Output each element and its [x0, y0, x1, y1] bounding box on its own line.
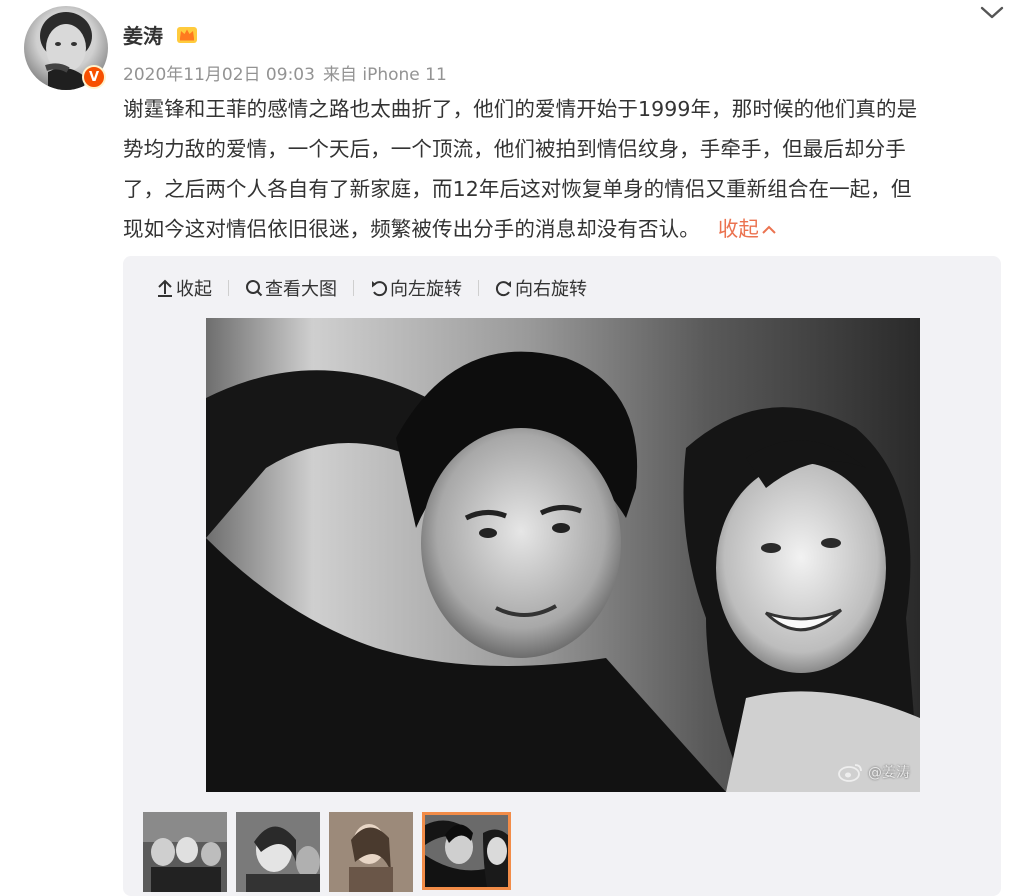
thumbnail-image	[143, 812, 227, 892]
photo-image	[206, 318, 920, 792]
search-icon	[246, 280, 263, 297]
thumbnail-image	[425, 815, 508, 887]
username[interactable]: 姜涛	[123, 20, 163, 49]
post-text-line: 谢霆锋和王菲的感情之路也太曲折了，他们的爱情开始于1999年，那时候的他们真的是	[123, 97, 918, 121]
post-source: 来自 iPhone 11	[322, 65, 447, 85]
weibo-logo-icon	[838, 764, 862, 782]
thumbnail-image	[236, 812, 320, 892]
thumbnail[interactable]	[143, 812, 227, 892]
timestamp[interactable]: 2020年11月02日 09:03	[123, 65, 315, 85]
watermark-text: @姜涛	[868, 765, 910, 781]
verified-badge-icon: V	[82, 65, 106, 89]
toolbar-divider	[353, 280, 354, 296]
rotate-right-label: 向右旋转	[515, 279, 587, 300]
post-text-line: 现如今这对情侣依旧很迷，频繁被传出分手的消息却没有否认。 收起	[123, 209, 1003, 249]
rotate-left-icon	[372, 281, 388, 297]
thumbnail-selected[interactable]	[422, 812, 511, 890]
post-text-line-content: 现如今这对情侣依旧很迷，频繁被传出分手的消息却没有否认。	[123, 217, 700, 241]
thumbnail[interactable]	[329, 812, 413, 892]
chevron-up-icon	[762, 225, 776, 234]
view-large-button[interactable]: 查看大图	[245, 275, 337, 301]
post-text-line: 势均力敌的爱情，一个天后，一个顶流，他们被拍到情侣纹身，手牵手，但最后却分手	[123, 137, 906, 161]
post-meta: 2020年11月02日 09:03 来自 iPhone 11	[123, 60, 447, 85]
thumbnail-image	[329, 812, 413, 892]
collapse-text-label: 收起	[717, 217, 760, 241]
collapse-media-label: 收起	[176, 279, 212, 300]
upload-arrow-icon	[158, 279, 172, 297]
collapse-media-button[interactable]: 收起	[156, 275, 212, 301]
rotate-right-button[interactable]: 向右旋转	[495, 275, 587, 301]
media-toolbar: 收起 查看大图 向左旋转 向右旋转	[156, 275, 587, 301]
main-photo[interactable]: @姜涛	[206, 318, 920, 792]
toolbar-divider	[228, 280, 229, 296]
post-text-line: 了，之后两个人各自有了新家庭，而12年后这对恢复单身的情侣又重新组合在一起，但	[123, 177, 912, 201]
thumbnail[interactable]	[236, 812, 320, 892]
chevron-down-icon[interactable]	[979, 4, 1005, 22]
view-large-label: 查看大图	[265, 279, 337, 300]
crown-badge-icon[interactable]	[175, 22, 199, 46]
watermark: @姜涛	[838, 762, 910, 782]
rotate-right-icon	[495, 281, 511, 297]
collapse-text-link[interactable]: 收起	[718, 217, 777, 241]
rotate-left-label: 向左旋转	[390, 279, 462, 300]
rotate-left-button[interactable]: 向左旋转	[370, 275, 462, 301]
toolbar-divider	[478, 280, 479, 296]
post-text: 谢霆锋和王菲的感情之路也太曲折了，他们的爱情开始于1999年，那时候的他们真的是…	[123, 89, 1003, 249]
thumbnail-strip	[143, 812, 520, 892]
